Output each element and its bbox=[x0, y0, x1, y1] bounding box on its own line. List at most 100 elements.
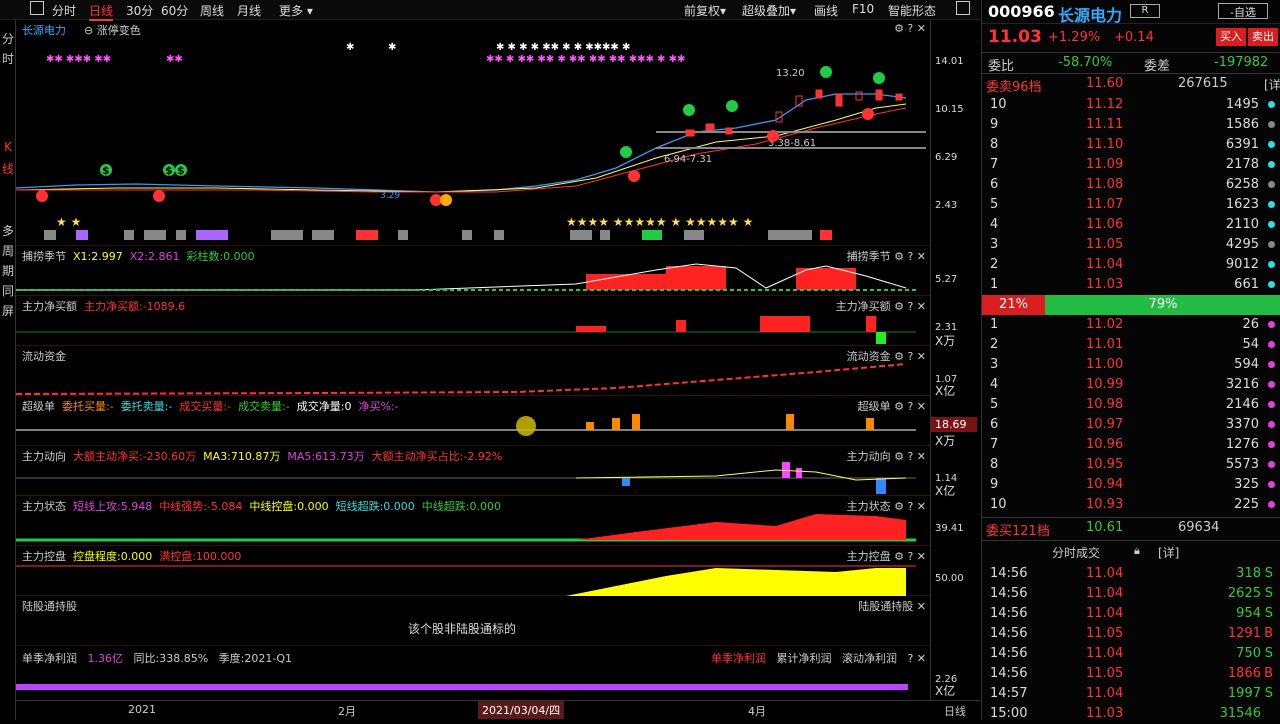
sell-button[interactable]: 卖出 bbox=[1248, 28, 1278, 46]
tab-30min[interactable]: 30分 bbox=[126, 2, 153, 19]
bid-row[interactable]: 9 10.94 325 bbox=[982, 475, 1280, 495]
side-tong[interactable]: 同 bbox=[1, 282, 15, 299]
period-label: 日线 bbox=[944, 705, 966, 718]
tick-row: 14:56 11.05 1866 B bbox=[990, 666, 1273, 681]
bid-row[interactable]: 10 10.93 225 bbox=[982, 495, 1280, 515]
bid-row[interactable]: 5 10.98 2146 bbox=[982, 395, 1280, 415]
panel-zhulijingmai[interactable]: 主力净买额 主力净买额:-1089.6 主力净买额 ⚙ ? ✕ bbox=[16, 296, 930, 346]
bid-row[interactable]: 6 10.97 3370 bbox=[982, 415, 1280, 435]
buy-button[interactable]: 买入 bbox=[1216, 28, 1246, 46]
ratio-bar: 21% 79% bbox=[982, 295, 1280, 315]
tick-row: 15:00 11.03 31546 bbox=[990, 706, 1261, 721]
sidebar-toggle-icon[interactable] bbox=[30, 1, 44, 15]
tab-60min[interactable]: 60分 bbox=[161, 2, 188, 19]
draw-line-button[interactable]: 画线 bbox=[814, 2, 838, 19]
svg-text:✱✱ ✱✱✱ ✱✱: ✱✱ ✱✱✱ ✱✱ bbox=[46, 54, 111, 65]
tab-fenshi[interactable]: 分时 bbox=[52, 2, 76, 19]
ask-row[interactable]: 1 11.03 661 bbox=[982, 275, 1280, 295]
ask-row[interactable]: 7 11.09 2178 bbox=[982, 155, 1280, 175]
svg-text:✱: ✱ bbox=[388, 42, 396, 53]
side-k[interactable]: K bbox=[1, 140, 15, 154]
side-duo[interactable]: 多 bbox=[1, 222, 15, 239]
ask-row[interactable]: 4 11.06 2110 bbox=[982, 215, 1280, 235]
f10-button[interactable]: F10 bbox=[852, 2, 874, 16]
panel-zhulizhuangtai[interactable]: 主力状态 短线上攻:5.948 中线强势:-5.084 中线控盘:0.000 短… bbox=[16, 496, 930, 546]
ask-row[interactable]: 8 11.10 6391 bbox=[982, 135, 1280, 155]
smart-pattern-button[interactable]: 智能形态 bbox=[888, 2, 936, 19]
panel-toggle-icon[interactable] bbox=[956, 1, 970, 15]
ask-row[interactable]: 9 11.11 1586 bbox=[982, 115, 1280, 135]
bid-row[interactable]: 1 11.02 26 bbox=[982, 315, 1280, 335]
ask-row[interactable]: 2 11.04 9012 bbox=[982, 255, 1280, 275]
tab-weekly[interactable]: 周线 bbox=[200, 2, 224, 19]
stock-name: 长源电力 bbox=[1058, 6, 1123, 25]
stock-code: 000966 bbox=[988, 2, 1055, 21]
tab-rixian[interactable]: 日线 bbox=[89, 2, 114, 21]
cursor-value: 18.69 bbox=[931, 417, 977, 432]
ask-row[interactable]: 5 11.07 1623 bbox=[982, 195, 1280, 215]
tick-row: 14:56 11.04 2625 S bbox=[990, 586, 1273, 601]
overlay-dropdown[interactable]: 超级叠加▾ bbox=[742, 2, 796, 19]
side-ping[interactable]: 屏 bbox=[1, 302, 15, 319]
kline-panel[interactable]: 长源电力 ⊖ 涨停变色 ⚙ ? ✕ ✱✱ ✱✱✱ ✱✱ ✱✱ ✱✱ ✱ ✱✱ ✱… bbox=[16, 20, 930, 246]
panel-bulaojijie[interactable]: 捕捞季节 X1:2.997 X2:2.861 彩柱数:0.000 捕捞季节 ⚙ … bbox=[16, 246, 930, 296]
zhuangtai-chart bbox=[16, 514, 916, 542]
kline-chart: ✱✱ ✱✱✱ ✱✱ ✱✱ ✱✱ ✱ ✱✱ ✱✱ ✱ ✱✱ ✱✱ ✱✱ ✱✱✱ ✱… bbox=[16, 42, 926, 240]
tab-more[interactable]: 更多 ▾ bbox=[279, 2, 313, 19]
bid-row[interactable]: 4 10.99 3216 bbox=[982, 375, 1280, 395]
panel-liudongzijin[interactable]: 流动资金 流动资金 ⚙ ? ✕ bbox=[16, 346, 930, 396]
panel-lugutong[interactable]: 陆股通持股 陆股通持股 ✕ 该个股非陆股通标的 bbox=[16, 596, 930, 646]
tab-monthly[interactable]: 月线 bbox=[237, 2, 261, 19]
adjust-dropdown[interactable]: 前复权▾ bbox=[684, 2, 726, 19]
liudong-chart bbox=[16, 363, 907, 395]
svg-text:✱ ✱ ✱ ✱ ✱✱ ✱ ✱ ✱✱✱✱ ✱: ✱ ✱ ✱ ✱ ✱✱ ✱ ✱ ✱✱✱✱ ✱ bbox=[496, 42, 630, 53]
kongpan-chart bbox=[16, 565, 916, 596]
dongxiang-chart bbox=[16, 462, 916, 494]
svg-text:★★★★ ★★★★★ ★ ★★★★★: ★★★★ ★★★★★ ★ ★★★★★ ★ bbox=[566, 215, 753, 229]
ask-book: 10 11.12 1495 9 11.11 1586 8 11.10 6391 7 11.09 217… bbox=[982, 95, 1280, 295]
high-annotation: 13.20 bbox=[776, 68, 805, 79]
panel-title: 陆股通持股 bbox=[22, 600, 77, 613]
low-annotation: 3.29 bbox=[380, 191, 400, 201]
panel-zhulikongpan[interactable]: 主力控盘 控盘程度:0.000 满控盘:100.000 主力控盘 ⚙ ? ✕ bbox=[16, 546, 930, 596]
jingmai-chart bbox=[16, 316, 916, 344]
bulao-chart bbox=[16, 263, 916, 291]
bid-row[interactable]: 2 11.01 54 bbox=[982, 335, 1280, 355]
hsgt-message: 该个股非陆股通标的 bbox=[408, 622, 517, 636]
quote-panel: 000966 长源电力 R -自选 11.03 +1.29% +0.14 买入 … bbox=[981, 0, 1280, 721]
side-xian[interactable]: 线 bbox=[1, 160, 15, 177]
panel-profit[interactable]: 单季净利润 1.36亿 同比:338.85% 季度:2021-Q1 单季净利润 … bbox=[16, 646, 930, 700]
value-axis: 14.01 10.15 6.29 2.43 5.27 2.31 X万 1.07 … bbox=[930, 20, 980, 700]
tick-row: 14:56 11.04 954 S bbox=[990, 606, 1273, 621]
r-badge[interactable]: R bbox=[1130, 4, 1160, 18]
period-toolbar: 分时 日线 30分 60分 周线 月线 更多 ▾ 前复权▾ 超级叠加▾ 画线 F… bbox=[0, 0, 980, 21]
svg-text:✱✱: ✱✱ bbox=[166, 54, 183, 65]
abs-change: +0.14 bbox=[1114, 30, 1154, 45]
tick-row: 14:57 11.04 1997 S bbox=[990, 686, 1273, 701]
ask-row[interactable]: 10 11.12 1495 bbox=[982, 95, 1280, 115]
date-label: 2月 bbox=[338, 705, 356, 718]
lock-icon[interactable]: 🔒︎ bbox=[1134, 544, 1140, 558]
svg-text:✱✱ ✱ ✱✱ ✱✱ ✱ ✱✱ ✱✱ ✱✱ ✱✱✱ ✱ ✱✱: ✱✱ ✱ ✱✱ ✱✱ ✱ ✱✱ ✱✱ ✱✱ ✱✱✱ ✱ ✱✱ bbox=[486, 54, 685, 65]
bid-row[interactable]: 7 10.96 1276 bbox=[982, 435, 1280, 455]
range-annotation-1: 6.94-7.31 bbox=[664, 154, 712, 165]
svg-text:$: $ bbox=[165, 164, 173, 177]
bid-row[interactable]: 8 10.95 5573 bbox=[982, 455, 1280, 475]
date-axis: 2021 2月 2021/03/04/四 4月 日线 bbox=[16, 700, 980, 720]
star-markers: ✱✱ ✱✱✱ ✱✱ ✱✱ ✱✱ ✱ ✱✱ ✱✱ ✱ ✱✱ ✱✱ ✱✱ ✱✱✱ ✱… bbox=[46, 42, 685, 65]
side-qi[interactable]: 期 bbox=[1, 262, 15, 279]
side-fen[interactable]: 分 bbox=[1, 30, 15, 47]
svg-text:✱: ✱ bbox=[346, 42, 354, 53]
chaojidan-chart bbox=[16, 414, 916, 436]
cursor-date: 2021/03/04/四 bbox=[478, 701, 565, 719]
panel-zhulidongxiang[interactable]: 主力动向 大额主动净买:-230.60万 MA3:710.87万 MA5:613… bbox=[16, 446, 930, 496]
bid-row[interactable]: 3 11.00 594 bbox=[982, 355, 1280, 375]
side-zhou[interactable]: 周 bbox=[1, 242, 15, 259]
ask-row[interactable]: 6 11.08 6258 bbox=[982, 175, 1280, 195]
panel-chaojidan[interactable]: 超级单 委托买量:- 委托卖量:- 成交买量:- 成交卖量:- 成交净量:0 净… bbox=[16, 396, 930, 446]
left-sidebar: 分 时 K 线 多 周 期 同 屏 bbox=[0, 20, 16, 720]
watchlist-button[interactable]: -自选 bbox=[1218, 3, 1268, 19]
ask-row[interactable]: 3 11.05 4295 bbox=[982, 235, 1280, 255]
date-label: 2021 bbox=[128, 703, 156, 716]
side-shi[interactable]: 时 bbox=[1, 50, 15, 67]
